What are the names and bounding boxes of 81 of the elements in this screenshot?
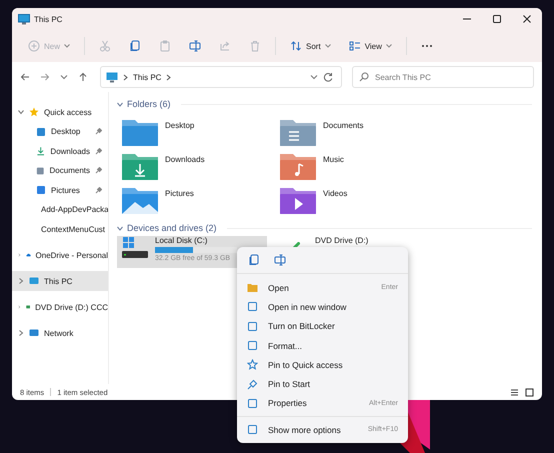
caret-icon (324, 44, 331, 48)
pin-icon[interactable] (95, 186, 102, 194)
section-heading: Folders (6) (127, 99, 171, 109)
chevron-icon[interactable] (18, 109, 24, 115)
sort-icon (290, 40, 302, 52)
new-icon (28, 40, 40, 52)
sort-button[interactable]: Sort (282, 36, 339, 56)
open-icon (247, 282, 258, 294)
share-icon (219, 40, 232, 52)
sidebar-item[interactable]: Quick access (12, 102, 108, 122)
search-icon (359, 72, 369, 82)
address-bar[interactable]: This PC (100, 66, 342, 88)
download-arrow-icon (36, 146, 46, 156)
sidebar-item[interactable]: Documents (12, 161, 108, 180)
copy-icon (129, 40, 142, 52)
chevron-icon[interactable] (18, 252, 21, 258)
monitor-icon (106, 72, 118, 82)
view-icon (348, 40, 361, 52)
chevron-icon[interactable] (117, 102, 123, 106)
chevron-icon[interactable] (18, 304, 21, 310)
maximize-icon[interactable] (492, 14, 502, 24)
menu-item[interactable]: Open in new window (237, 297, 408, 317)
sidebar-item[interactable]: OneDrive - Personal (12, 245, 108, 265)
copy-icon[interactable] (248, 254, 260, 266)
folder-item[interactable]: Pictures (121, 183, 279, 217)
rename-icon[interactable] (274, 254, 286, 266)
folder-icon (279, 117, 317, 147)
cut-icon (99, 40, 112, 52)
pin-icon[interactable] (95, 148, 102, 155)
up-arrow-icon[interactable] (78, 72, 88, 82)
sidebar-item[interactable]: Pictures (12, 180, 108, 200)
paste-icon (159, 40, 172, 52)
back-arrow-icon[interactable] (20, 72, 30, 82)
folder-item[interactable]: Documents (279, 115, 437, 149)
search-field[interactable]: Search This PC (352, 66, 534, 88)
section-heading: Devices and drives (2) (127, 223, 217, 233)
menu-item[interactable]: Pin to Quick access (237, 355, 408, 374)
sidebar-item[interactable]: Network (12, 323, 108, 343)
caret-icon (386, 44, 392, 48)
delete-icon (249, 40, 262, 52)
menu-item[interactable]: Turn on BitLocker (237, 316, 408, 336)
chevron-icon[interactable] (18, 278, 24, 284)
pin-icon[interactable] (95, 167, 102, 174)
folder-item[interactable]: Downloads (121, 149, 279, 183)
folder-icon (279, 185, 317, 215)
folder-icon (279, 151, 317, 181)
menu-item[interactable]: Format... (237, 336, 408, 356)
sidebar-item[interactable]: ContextMenuCust (12, 220, 108, 239)
menu-item[interactable]: Pin to Start (237, 374, 408, 394)
chevron-right-icon (123, 74, 128, 80)
window-title: This PC (34, 14, 62, 24)
folder-icon (121, 185, 159, 215)
folder-item[interactable]: Music (279, 149, 437, 183)
forward-arrow-icon[interactable] (40, 72, 50, 82)
chevron-down-icon[interactable] (310, 74, 318, 80)
refresh-icon[interactable] (323, 72, 333, 82)
chevron-right-icon (166, 74, 172, 80)
sidebar-item[interactable]: DVD Drive (D:) CCC (12, 297, 108, 317)
star-icon (29, 107, 39, 117)
sidebar-item[interactable]: Downloads (12, 142, 108, 161)
star-icon (247, 359, 258, 370)
chevron-icon[interactable] (117, 226, 123, 230)
drive-icon (121, 236, 149, 260)
folder-item[interactable]: Videos (279, 183, 437, 217)
chevron-down-icon[interactable] (60, 74, 68, 80)
close-icon[interactable] (522, 14, 532, 24)
folder-icon (121, 117, 159, 147)
pin-icon (247, 378, 258, 390)
tiles-view-icon[interactable] (525, 388, 534, 396)
sidebar-item[interactable]: Desktop (12, 122, 108, 142)
details-view-icon[interactable] (510, 388, 519, 396)
sidebar-item[interactable]: This PC (12, 271, 108, 291)
folder-item[interactable]: Desktop (121, 115, 279, 149)
view-button[interactable]: View (340, 36, 400, 56)
caret-icon (64, 44, 70, 48)
monitor-icon (18, 14, 30, 24)
rename-icon (189, 40, 202, 52)
pin-icon[interactable] (95, 128, 102, 136)
chevron-icon[interactable] (18, 330, 24, 336)
address-path[interactable]: This PC (133, 72, 162, 82)
folder-icon (121, 151, 159, 181)
